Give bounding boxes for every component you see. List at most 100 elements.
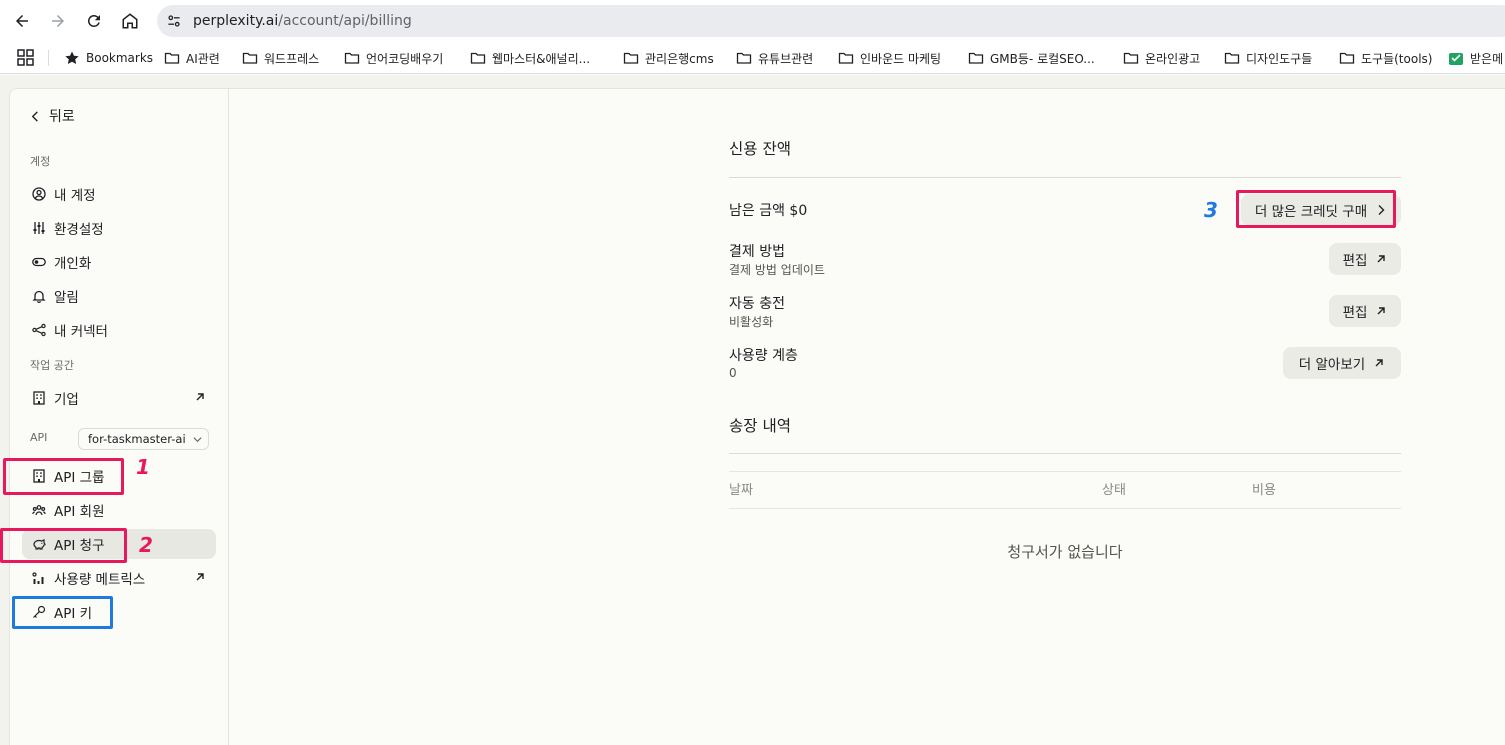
- sidebar-item-personalization[interactable]: 개인화: [22, 247, 216, 277]
- folder-icon: [1339, 52, 1355, 64]
- bookmark-item[interactable]: 받은메: [1448, 48, 1503, 68]
- url-text: perplexity.ai/account/api/billing: [193, 11, 412, 31]
- sidebar-item-label: 기업: [54, 392, 79, 408]
- sidebar-item-label: 내 커넥터: [54, 324, 108, 340]
- invoice-divider: [729, 453, 1401, 454]
- billing-main: 신용 잔액 남은 금액 $0 더 많은 크레딧 구매 결제 방법 결제 방법 업…: [229, 88, 1505, 745]
- invoice-history-title: 송장 내역: [729, 417, 791, 435]
- url-host: perplexity.ai: [193, 13, 279, 29]
- sidebar-item-connectors[interactable]: 내 커넥터: [22, 315, 216, 345]
- credit-divider: [729, 177, 1401, 178]
- auto-charge-edit-label: 편집: [1342, 305, 1368, 321]
- bookmark-item[interactable]: 언어코딩배우기: [344, 48, 443, 68]
- bookmark-label: Bookmarks: [86, 51, 154, 65]
- sidebar-item-label: 내 계정: [54, 188, 96, 204]
- chevron-down-icon: [193, 437, 202, 443]
- forward-arrow-icon[interactable]: [46, 9, 70, 33]
- sidebar-item-notifications[interactable]: 알림: [22, 281, 216, 311]
- auto-charge-status: 비활성화: [729, 315, 774, 329]
- usage-tier-value: 0: [729, 366, 737, 380]
- bookmark-label: 온라인광고: [1145, 51, 1201, 66]
- external-link-icon: [196, 573, 204, 581]
- sidebar-item-preferences[interactable]: 환경설정: [22, 213, 216, 243]
- bookmark-item[interactable]: Bookmarks: [64, 48, 153, 68]
- building-icon: [32, 391, 46, 405]
- bookmark-item[interactable]: 인바운드 마케팅: [838, 48, 941, 68]
- auto-charge-edit-button[interactable]: 편집: [1329, 295, 1401, 327]
- bookmark-label: 인바운드 마케팅: [860, 51, 942, 66]
- folder-icon: [242, 52, 258, 64]
- annotation-number-1: 1: [136, 455, 150, 479]
- bookmark-item[interactable]: 디자인도구들: [1224, 48, 1312, 68]
- learn-more-button[interactable]: 더 알아보기: [1283, 347, 1401, 379]
- bookmark-label: 도구들(tools): [1361, 51, 1433, 66]
- user-circle-icon: [32, 187, 46, 201]
- address-bar[interactable]: perplexity.ai/account/api/billing: [157, 5, 1505, 37]
- bookmark-label: 관리은행cms: [645, 51, 714, 66]
- sliders-icon: [32, 221, 46, 235]
- section-account-label: 계정: [30, 155, 51, 168]
- sidebar-item-api-members[interactable]: API 회원: [22, 495, 216, 525]
- bookmark-item[interactable]: AI관련: [164, 48, 220, 68]
- bookmark-item[interactable]: GMB등- 로컬SEO...: [968, 48, 1095, 68]
- bookmark-item[interactable]: 웹마스터&애널리...: [470, 48, 590, 68]
- annotation-number-3: 3: [1204, 198, 1218, 222]
- sidebar-item-enterprise[interactable]: 기업: [22, 383, 216, 413]
- piggy-bank-icon: [32, 537, 46, 551]
- apps-grid-icon[interactable]: [17, 49, 35, 67]
- sidebar-item-api-billing[interactable]: API 청구: [22, 529, 216, 559]
- home-icon[interactable]: [118, 9, 142, 33]
- folder-icon: [968, 52, 984, 64]
- api-group-select[interactable]: for-taskmaster-ai: [78, 428, 209, 450]
- building-icon: [32, 469, 46, 483]
- external-link-icon: [1377, 307, 1386, 315]
- users-icon: [32, 503, 46, 517]
- sidebar-item-label: 개인화: [54, 256, 92, 272]
- bookmark-item[interactable]: 도구들(tools): [1339, 48, 1432, 68]
- sidebar-item-label: API 청구: [54, 538, 105, 554]
- external-link-icon: [196, 393, 204, 401]
- bell-icon: [32, 289, 46, 303]
- site-settings-icon[interactable]: [163, 10, 185, 32]
- bookmark-label: 워드프레스: [264, 51, 320, 66]
- learn-more-label: 더 알아보기: [1298, 357, 1366, 373]
- bookmark-item[interactable]: 유튜브관련: [736, 48, 813, 68]
- payment-edit-label: 편집: [1342, 253, 1368, 269]
- sidebar-item-api-group[interactable]: API 그룹: [22, 461, 216, 491]
- back-arrow-icon[interactable]: [10, 9, 34, 33]
- sidebar-item-api-keys[interactable]: API 키: [22, 597, 216, 627]
- bookmark-item[interactable]: 워드프레스: [242, 48, 319, 68]
- external-link-icon: [1377, 255, 1386, 263]
- table-top-border: [729, 471, 1401, 472]
- empty-invoices-message: 청구서가 없습니다: [1007, 543, 1123, 561]
- external-link-icon: [1375, 359, 1383, 367]
- folder-icon: [1224, 52, 1240, 64]
- payment-method-label: 결제 방법: [729, 244, 785, 260]
- bookmark-label: 웹마스터&애널리...: [492, 51, 591, 66]
- url-path: /account/api/billing: [278, 13, 412, 29]
- column-header-cost: 비용: [1252, 483, 1276, 498]
- bookmarks-divider: [48, 50, 49, 66]
- sidebar-item-label: 사용량 메트릭스: [54, 572, 146, 588]
- payment-edit-button[interactable]: 편집: [1329, 243, 1401, 275]
- credit-balance-title: 신용 잔액: [729, 140, 791, 158]
- app-container: 뒤로 계정 내 계정 환경설정 개인화 알림 내 커넥터 작업 공간 기업 AP…: [0, 75, 1505, 745]
- chevron-right-icon: [1378, 205, 1385, 215]
- column-header-date: 날짜: [729, 483, 753, 498]
- back-link[interactable]: 뒤로: [30, 106, 75, 126]
- reload-icon[interactable]: [82, 9, 106, 33]
- inbox-icon: [1449, 53, 1463, 65]
- folder-icon: [736, 52, 752, 64]
- sidebar-item-usage-metrics[interactable]: 사용량 메트릭스: [22, 563, 216, 593]
- buy-credits-button[interactable]: 더 많은 크레딧 구매: [1241, 194, 1401, 226]
- bookmark-item[interactable]: 관리은행cms: [623, 48, 714, 68]
- column-header-status: 상태: [1102, 483, 1126, 498]
- bookmarks-bar: Bookmarks AI관련 워드프레스 언어코딩배우기 웹마스터&애널리... 관리은행…: [0, 42, 1505, 74]
- folder-icon: [623, 52, 639, 64]
- bookmark-item[interactable]: 온라인광고: [1123, 48, 1200, 68]
- sidebar-item-my-account[interactable]: 내 계정: [22, 179, 216, 209]
- bookmark-label: 유튜브관련: [758, 51, 814, 66]
- api-group-selected: for-taskmaster-ai: [88, 432, 186, 446]
- share-nodes-icon: [32, 323, 46, 337]
- remaining-amount: 남은 금액 $0: [729, 203, 808, 219]
